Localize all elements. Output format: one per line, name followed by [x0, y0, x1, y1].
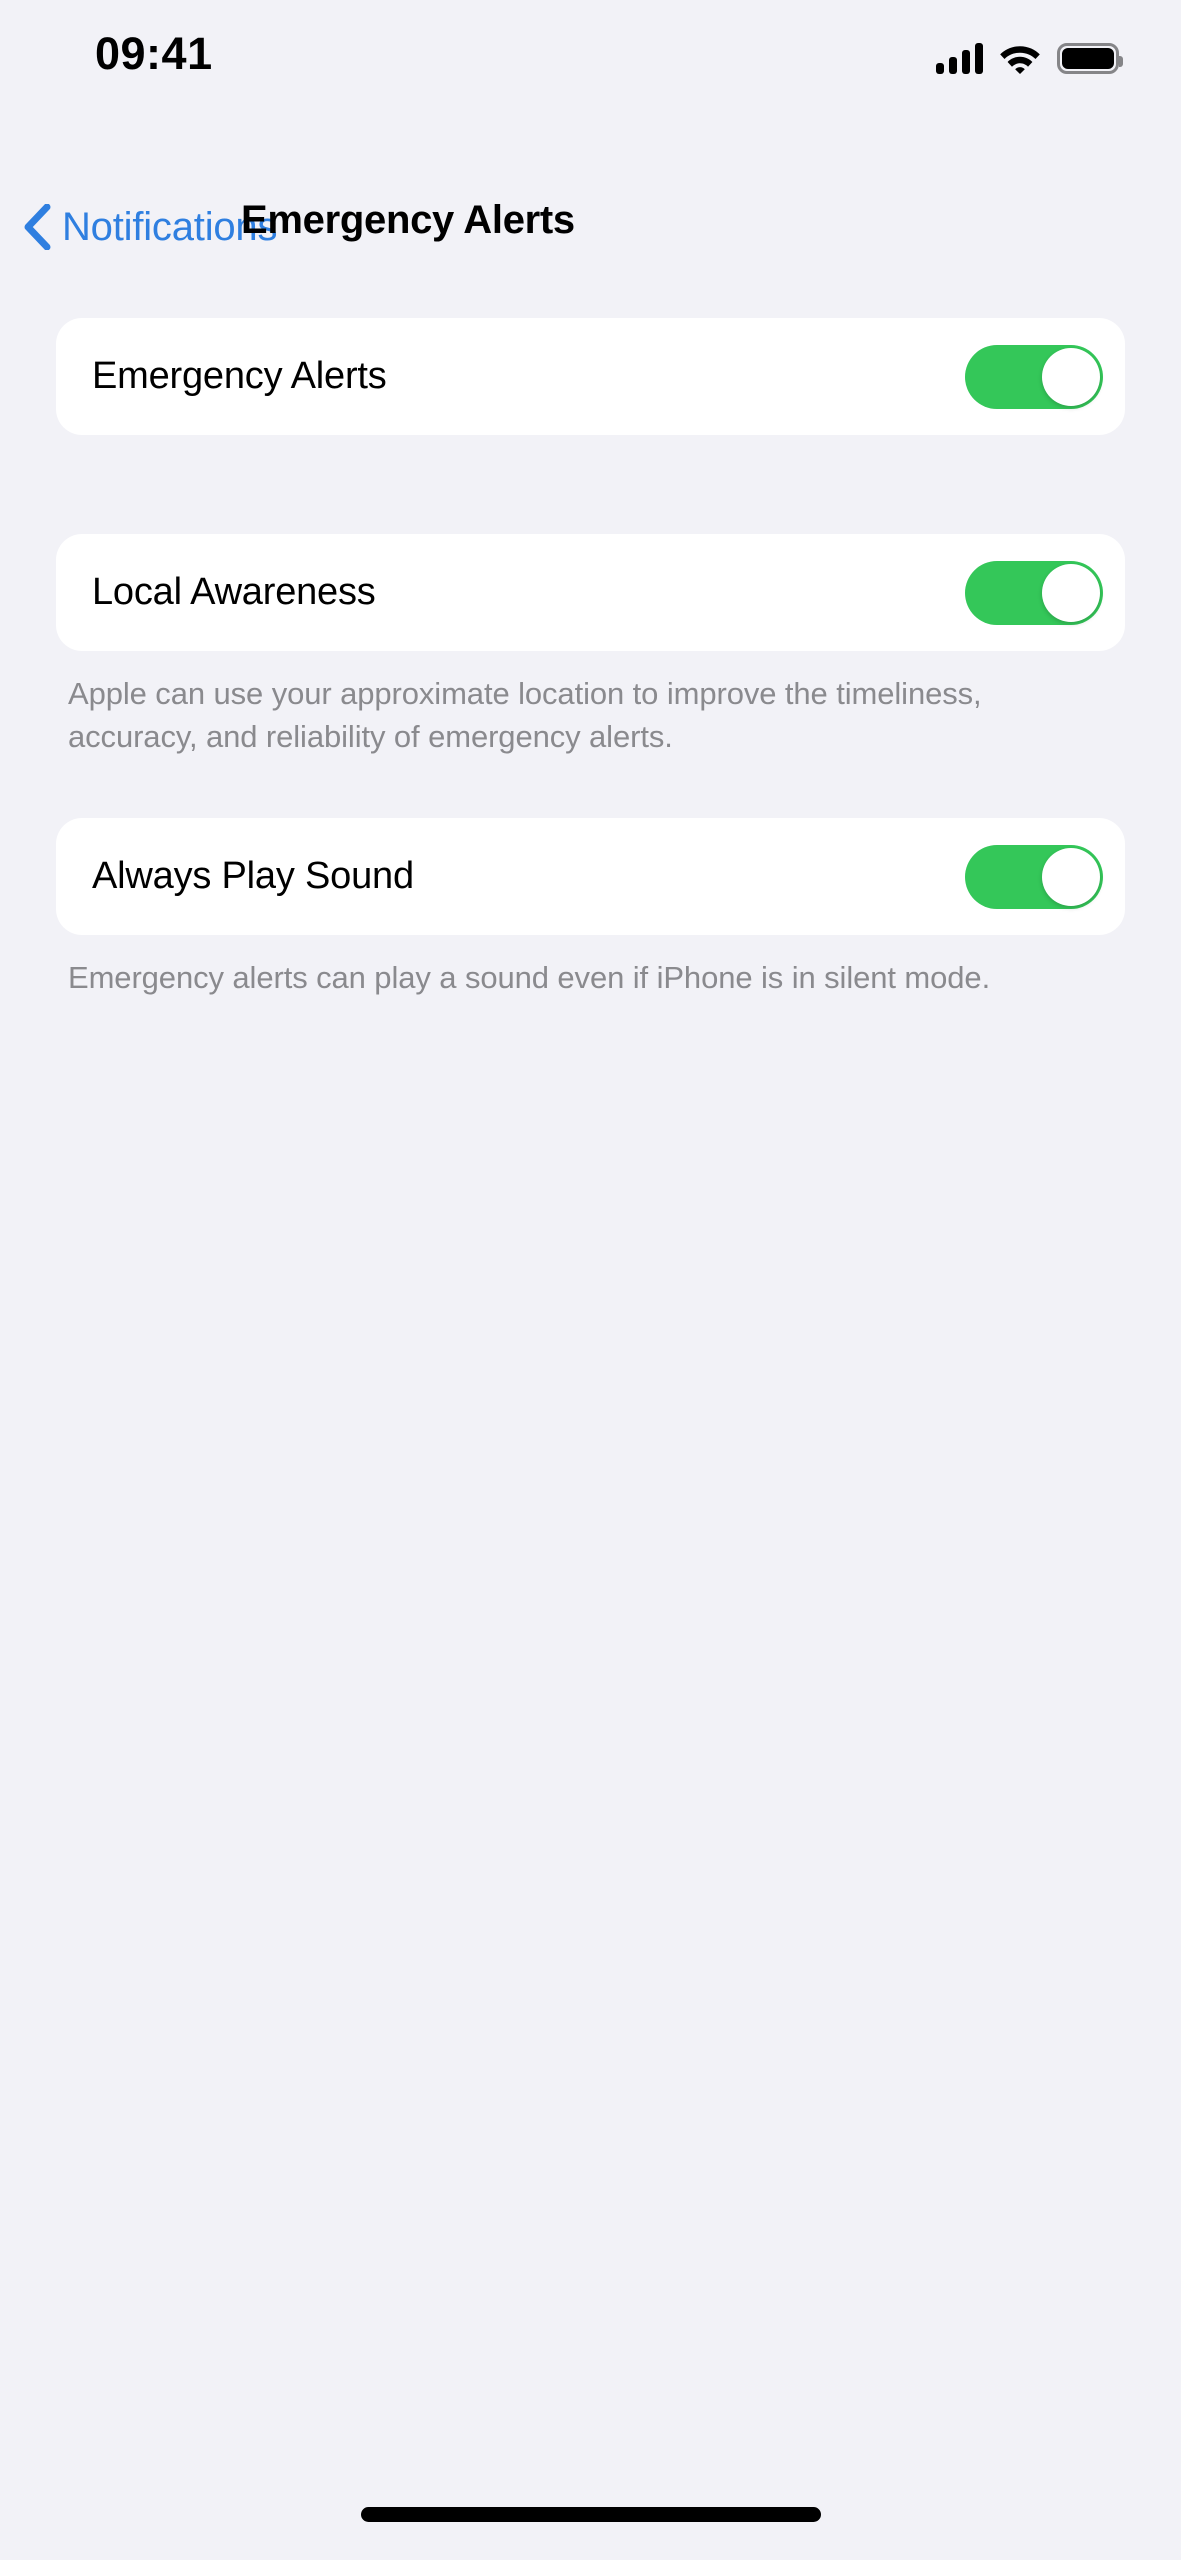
table-row[interactable]: Always Play Sound: [56, 818, 1125, 935]
always-play-sound-toggle[interactable]: [965, 844, 1103, 909]
section-footer-local-awareness: Apple can use your approximate location …: [68, 676, 982, 754]
toggle-knob: [1042, 847, 1100, 906]
row-label: Always Play Sound: [92, 855, 414, 897]
phone-screen: 09:41 Notifications Emergency Alerts Eme…: [0, 0, 1181, 2560]
cellular-signal-icon: [936, 42, 983, 74]
section-emergency-alerts: Emergency Alerts: [56, 318, 1125, 435]
section-footer-always-play-sound: Emergency alerts can play a sound even i…: [68, 960, 991, 995]
status-bar-time: 09:41: [95, 28, 213, 79]
section-local-awareness: Local Awareness: [56, 534, 1125, 651]
navigation-bar: Notifications Emergency Alerts: [0, 190, 1181, 270]
section-always-play-sound: Always Play Sound: [56, 818, 1125, 935]
toggle-knob: [1042, 563, 1100, 622]
table-row[interactable]: Emergency Alerts: [56, 318, 1125, 435]
home-indicator[interactable]: [360, 2507, 821, 2522]
chevron-left-icon: [22, 204, 62, 250]
wifi-icon: [999, 42, 1041, 74]
table-row[interactable]: Local Awareness: [56, 534, 1125, 651]
battery-full-icon: [1057, 43, 1123, 74]
page-title: Emergency Alerts: [241, 198, 575, 242]
status-bar-icons: [936, 34, 1123, 74]
row-label: Emergency Alerts: [92, 355, 387, 397]
row-label: Local Awareness: [92, 571, 376, 613]
back-button[interactable]: Notifications: [22, 190, 277, 264]
status-bar: 09:41: [0, 0, 1181, 100]
emergency-alerts-toggle[interactable]: [965, 344, 1103, 409]
toggle-knob: [1042, 347, 1100, 406]
local-awareness-toggle[interactable]: [965, 560, 1103, 625]
